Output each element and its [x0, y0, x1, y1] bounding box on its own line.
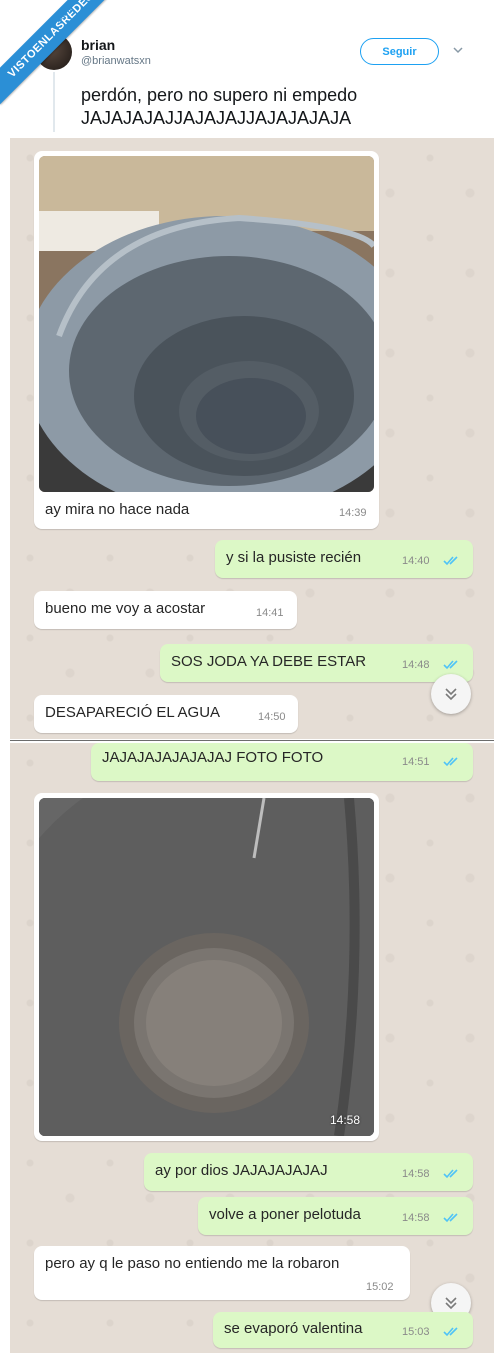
message-time: 14:40: [402, 555, 430, 567]
message-text: SOS JODA YA DEBE ESTAR: [171, 653, 367, 670]
message-time: 14:58: [402, 1168, 430, 1180]
message-text: pero ay q le paso no entiendo me la roba…: [45, 1255, 340, 1272]
message-time: 15:03: [402, 1326, 430, 1338]
message-time: 14:41: [256, 607, 284, 619]
message-time: 14:51: [402, 756, 430, 768]
chat-screenshot-2: JAJAJAJAJAJAJAJ FOTO FOTO 14:51 14:58 ay…: [10, 743, 494, 1353]
message-text: DESAPARECIÓ EL AGUA: [45, 704, 221, 721]
message-bubble-in[interactable]: DESAPARECIÓ EL AGUA 14:50: [34, 695, 298, 733]
message-text: y si la pusiste recién: [226, 549, 362, 566]
pot-photo-2[interactable]: [39, 798, 374, 1136]
message-time: 14:50: [258, 711, 286, 723]
follow-button[interactable]: Seguir: [360, 38, 439, 65]
thread-line: [53, 72, 55, 132]
message-bubble-out[interactable]: SOS JODA YA DEBE ESTAR 14:48: [160, 644, 473, 682]
message-text: JAJAJAJAJAJAJAJ FOTO FOTO: [102, 749, 324, 766]
double-check-icon: [443, 1213, 458, 1223]
photo-time: 14:39: [339, 507, 367, 519]
chat-screenshot-1: ay mira no hace nada 14:39 y si la pusis…: [10, 138, 494, 739]
message-text: ay por dios JAJAJAJAJAJ: [155, 1162, 328, 1179]
double-check-icon: [443, 1327, 458, 1337]
divider-line: [10, 740, 494, 741]
message-bubble-out[interactable]: volve a poner pelotuda 14:58: [198, 1197, 473, 1235]
double-chevron-down-icon: [445, 688, 457, 701]
message-text: bueno me voy a acostar: [45, 600, 206, 617]
tweet-text-line-2: JAJAJAJAJJAJAJAJJAJAJAJAJA: [81, 108, 352, 128]
double-check-icon: [443, 556, 458, 566]
user-handle[interactable]: @brianwatsxn: [81, 55, 151, 67]
tweet-text: perdón, pero no supero ni empedo JAJAJAJ…: [81, 84, 481, 130]
message-text: se evaporó valentina: [224, 1320, 363, 1337]
message-time: 14:58: [402, 1212, 430, 1224]
message-bubble-out[interactable]: JAJAJAJAJAJAJAJ FOTO FOTO 14:51: [91, 743, 473, 781]
photo-message-1[interactable]: ay mira no hace nada 14:39: [34, 151, 379, 529]
double-check-icon: [443, 660, 458, 670]
photo-time: 14:58: [330, 1113, 361, 1127]
message-bubble-in[interactable]: pero ay q le paso no entiendo me la roba…: [34, 1246, 410, 1300]
double-check-icon: [443, 1169, 458, 1179]
user-name[interactable]: brian: [81, 37, 115, 53]
photo-message-2[interactable]: 14:58: [34, 793, 379, 1141]
message-time: 14:48: [402, 659, 430, 671]
tweet-text-line-1: perdón, pero no supero ni empedo: [81, 85, 358, 105]
message-bubble-out[interactable]: y si la pusiste recién 14:40: [215, 540, 473, 578]
chevron-down-icon[interactable]: [452, 44, 464, 56]
message-bubble-out[interactable]: se evaporó valentina 15:03: [213, 1312, 473, 1348]
pot-photo-1[interactable]: [39, 156, 374, 492]
double-chevron-down-icon: [445, 1297, 457, 1310]
message-bubble-in[interactable]: bueno me voy a acostar 14:41: [34, 591, 297, 629]
message-bubble-out[interactable]: ay por dios JAJAJAJAJAJ 14:58: [144, 1153, 473, 1191]
message-text: volve a poner pelotuda: [209, 1206, 361, 1223]
double-check-icon: [443, 757, 458, 767]
message-time: 15:02: [366, 1281, 394, 1293]
scroll-down-button[interactable]: [431, 674, 471, 714]
photo-caption: ay mira no hace nada: [45, 501, 190, 518]
